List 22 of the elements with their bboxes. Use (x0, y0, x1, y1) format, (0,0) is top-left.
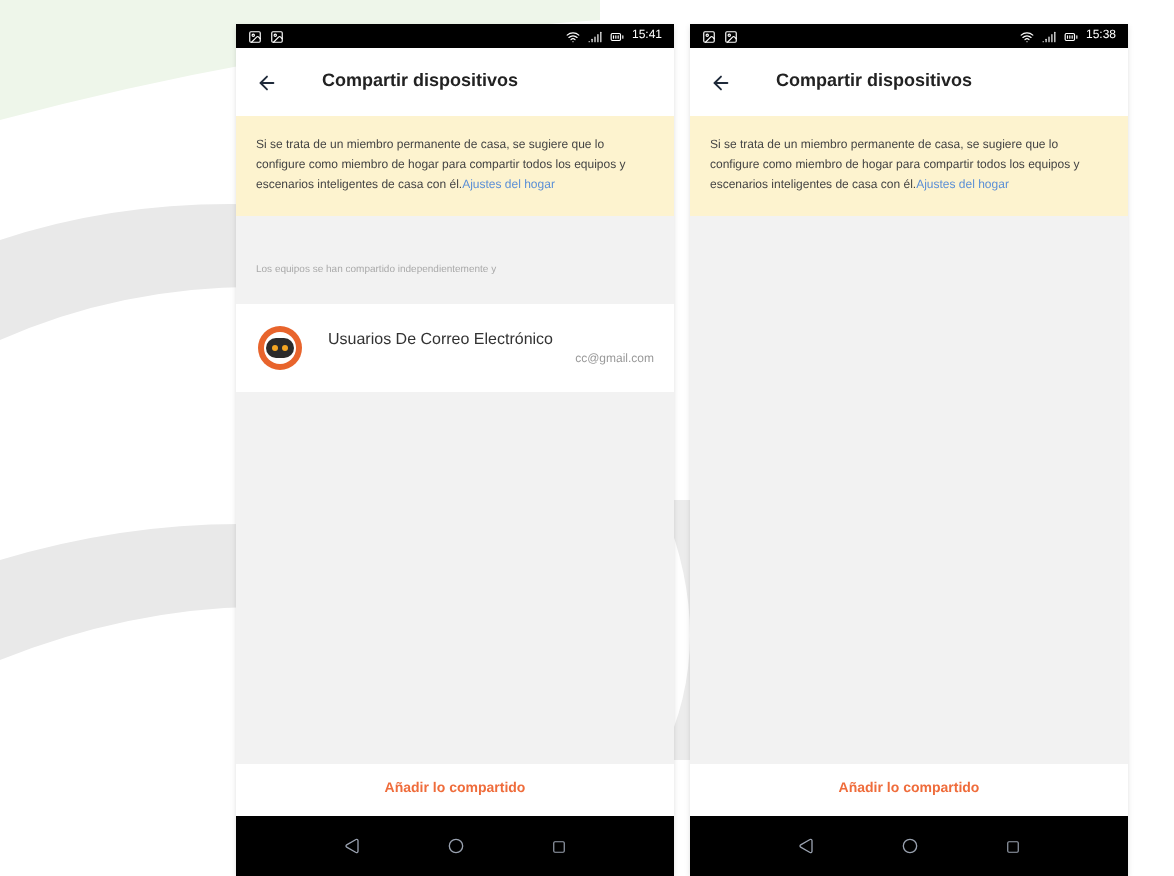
back-nav-icon[interactable] (344, 838, 360, 854)
battery-icon (609, 29, 624, 43)
home-nav-icon[interactable] (448, 838, 464, 854)
back-arrow-icon (710, 71, 732, 93)
recents-nav-icon[interactable] (1006, 839, 1020, 853)
image-icon (248, 29, 262, 43)
image-icon (270, 29, 284, 43)
user-name: Usuarios De Correo Electrónico (328, 327, 555, 351)
page-title: Compartir dispositivos (322, 68, 519, 95)
image-icon (702, 29, 716, 43)
robot-avatar-icon (256, 324, 304, 372)
back-arrow-icon (256, 71, 278, 93)
signal-icon (1041, 29, 1056, 43)
back-nav-icon[interactable] (798, 838, 814, 854)
signal-icon (587, 29, 602, 43)
battery-icon (1063, 29, 1078, 43)
wifi-icon (1019, 29, 1034, 43)
home-nav-icon[interactable] (902, 838, 918, 854)
wifi-icon (565, 29, 580, 43)
image-icon (724, 29, 738, 43)
page-title: Compartir dispositivos (776, 68, 973, 95)
recents-nav-icon[interactable] (552, 839, 566, 853)
